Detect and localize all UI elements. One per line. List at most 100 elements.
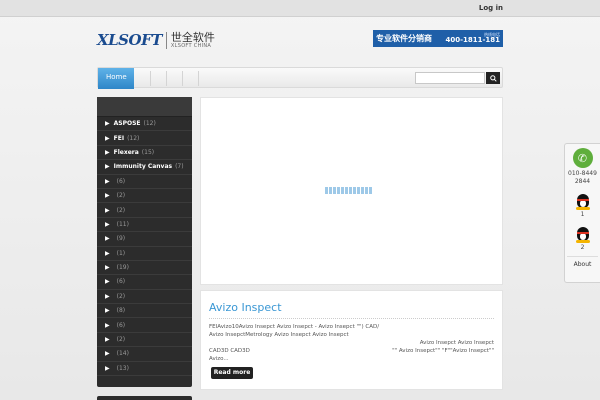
sidebar-category-item[interactable]: ▶ (19) (97, 261, 192, 276)
category-count: (2) (116, 292, 126, 300)
logo-chinese: 世全软件 (170, 30, 215, 44)
category-name: Flexera (113, 148, 139, 156)
chevron-right-icon: ▶ (105, 278, 110, 286)
sidebar-category-item[interactable]: ▶ (2) (97, 203, 192, 218)
nav-divider (166, 71, 167, 86)
float-divider (567, 256, 598, 257)
login-link[interactable]: Log in (479, 4, 503, 12)
logo-mark: XLSOFT (97, 31, 162, 49)
sidebar-category-item[interactable]: ▶ ASPOSE (12) (97, 117, 192, 132)
sidebar-category-item[interactable]: ▶ Flexera (15) (97, 146, 192, 161)
article-text-line: Avizo... (209, 356, 229, 362)
chevron-right-icon: ▶ (105, 321, 110, 329)
chevron-right-icon: ▶ (105, 292, 110, 300)
site-logo[interactable]: XLSOFT 世全软件 XLSOFT CHINA (97, 30, 215, 50)
sidebar-category-item[interactable]: ▶ Immunity Canvas (7) (97, 160, 192, 175)
category-count: (6) (116, 278, 126, 286)
chevron-right-icon: ▶ (105, 307, 110, 315)
chevron-right-icon: ▶ (105, 206, 110, 214)
chevron-right-icon: ▶ (105, 163, 110, 171)
chevron-right-icon: ▶ (105, 134, 110, 142)
chevron-right-icon: ▶ (105, 350, 110, 358)
top-bar: Log in (0, 0, 600, 17)
banner-hotline: 热线电话 400-1811-181 (445, 33, 500, 44)
main-nav: Home (97, 67, 503, 89)
search-button[interactable] (486, 72, 500, 84)
article-divider (209, 318, 494, 319)
sidebar-category-item[interactable]: ▶ (2) (97, 290, 192, 305)
search-icon (489, 74, 497, 82)
chevron-right-icon: ▶ (105, 120, 110, 128)
chevron-right-icon: ▶ (105, 177, 110, 185)
banner-title: 专业软件分销商 (376, 34, 432, 43)
phone-icon[interactable]: ✆ (572, 148, 593, 168)
chevron-right-icon: ▶ (105, 364, 110, 372)
about-link[interactable]: About (565, 261, 600, 268)
sidebar-category-item[interactable]: ▶ (6) (97, 275, 192, 290)
chevron-right-icon: ▶ (105, 220, 110, 228)
category-count: (2) (116, 192, 126, 200)
sidebar-category-item[interactable]: ▶ (13) (97, 362, 192, 377)
category-count: (13) (116, 364, 129, 372)
sidebar-second-widget (97, 396, 192, 400)
logo-text: 世全软件 XLSOFT CHINA (165, 30, 215, 49)
sidebar-category-item[interactable]: ▶ (14) (97, 347, 192, 362)
category-count: (2) (116, 336, 126, 344)
hotline-phone: 400-1811-181 (445, 36, 500, 44)
logo-english: XLSOFT CHINA (170, 42, 212, 49)
distributor-banner[interactable]: 专业软件分销商 热线电话 400-1811-181 (373, 30, 503, 47)
sidebar-category-item[interactable]: ▶ FEI (12) (97, 131, 192, 146)
category-count: (6) (116, 177, 126, 185)
article-card: Avizo Inspect FEIAvizo10Avizo Insepct Av… (200, 290, 503, 390)
sidebar-category-item[interactable]: ▶ (6) (97, 175, 192, 189)
article-text-row: CAD3D CAD3D "" Avizo Insepct"" "F""Avizo… (209, 347, 494, 355)
qq-label-1: 1 (580, 211, 585, 218)
loading-indicator (325, 187, 372, 194)
category-count: (8) (116, 307, 126, 315)
nav-divider (150, 71, 151, 86)
chevron-right-icon: ▶ (105, 336, 110, 344)
search-input[interactable] (415, 72, 485, 84)
article-text-line: Avizo Insepct Avizo Insepct (419, 340, 494, 346)
category-count: (6) (116, 321, 126, 329)
chevron-right-icon: ▶ (105, 148, 110, 156)
sidebar-category-item[interactable]: ▶ (6) (97, 318, 192, 333)
category-count: (12) (127, 134, 140, 142)
chevron-right-icon: ▶ (105, 264, 110, 272)
qq-label-2: 2 (580, 244, 585, 251)
sidebar-category-item[interactable]: ▶ (2) (97, 333, 192, 348)
category-count: (11) (116, 220, 129, 228)
chevron-right-icon: ▶ (105, 235, 110, 243)
category-count: (15) (141, 148, 155, 156)
article-text-line: CAD3D CAD3D (209, 348, 250, 354)
floating-contact-panel: ✆ 010-84492844 1 2 About (564, 143, 600, 283)
article-text-line: Avizo InsepctMetrology Avizo Insepct Avi… (209, 332, 349, 338)
nav-home[interactable]: Home (98, 68, 134, 89)
qq-penguin-icon[interactable] (574, 190, 592, 210)
article-title[interactable]: Avizo Inspect (209, 301, 494, 314)
read-more-button[interactable]: Read more (211, 367, 253, 379)
category-name: Immunity Canvas (113, 163, 173, 171)
image-slider[interactable] (200, 97, 503, 285)
sidebar-category-item[interactable]: ▶ (9) (97, 232, 192, 247)
chevron-right-icon: ▶ (105, 249, 110, 257)
sidebar-category-item[interactable]: ▶ (2) (97, 189, 192, 204)
category-list: ▶ ASPOSE (12) ▶ FEI (12) ▶ Flexera (15) ▶ Immunity… (97, 117, 192, 377)
category-name: ASPOSE (113, 120, 141, 128)
category-count: (14) (116, 350, 129, 358)
sidebar-category-item[interactable]: ▶ (11) (97, 218, 192, 233)
category-count: (19) (116, 264, 129, 272)
category-count: (9) (116, 235, 126, 243)
nav-divider (198, 71, 199, 86)
sidebar-category-item[interactable]: ▶ (8) (97, 304, 192, 319)
article-text-line: "" Avizo Insepct"" "F""Avizo Insepct"" (392, 348, 494, 354)
chevron-right-icon: ▶ (105, 192, 110, 200)
sidebar-category-item[interactable]: ▶ (1) (97, 247, 192, 261)
qq-penguin-icon[interactable] (574, 223, 592, 243)
contact-phone: 010-84492844 (568, 170, 597, 185)
nav-divider (182, 71, 183, 86)
category-count: (2) (116, 206, 126, 214)
category-name: FEI (113, 134, 125, 142)
category-count: (12) (143, 120, 156, 128)
article-text-line: FEIAvizo10Avizo Insepct Avizo Insepct - … (209, 324, 380, 330)
